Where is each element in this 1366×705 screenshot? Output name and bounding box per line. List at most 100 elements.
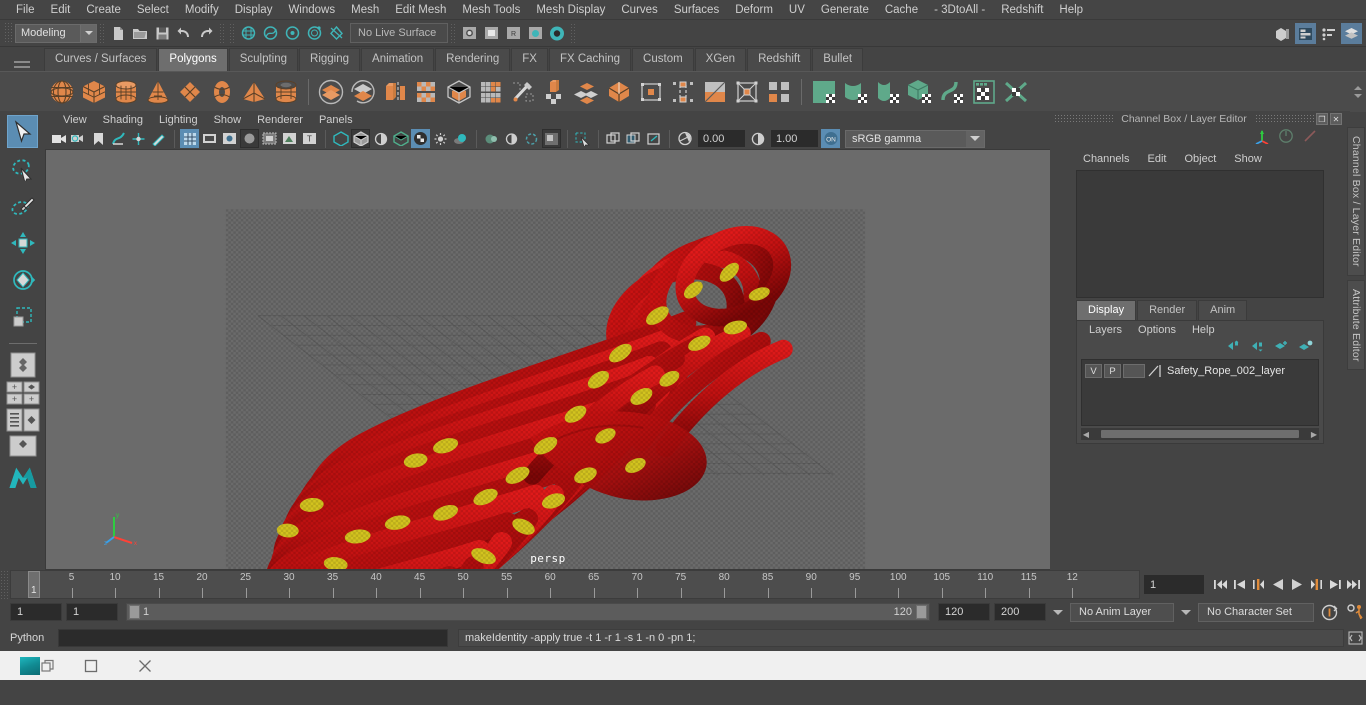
viewport-duplicate-icon[interactable] (624, 129, 643, 148)
poly-plane-icon[interactable] (174, 75, 206, 109)
viewport-menu-panels[interactable]: Panels (311, 114, 361, 126)
combine-icon[interactable] (315, 75, 347, 109)
shelf-tab-animation[interactable]: Animation (361, 48, 434, 71)
menu-redshift[interactable]: Redshift (993, 0, 1051, 20)
shelf-tab-fx-caching[interactable]: FX Caching (549, 48, 631, 71)
menu-generate[interactable]: Generate (813, 0, 877, 20)
menu-help[interactable]: Help (1051, 0, 1091, 20)
shelf-tab-rendering[interactable]: Rendering (435, 48, 510, 71)
grid-toggle-icon[interactable] (180, 129, 199, 148)
poly-torus-icon[interactable] (206, 75, 238, 109)
viewport-select-icon[interactable] (573, 129, 592, 148)
new-scene-icon[interactable] (108, 23, 128, 43)
bookmark-icon[interactable] (89, 129, 108, 148)
separate-icon[interactable] (347, 75, 379, 109)
character-set-selector[interactable]: No Character Set (1198, 603, 1314, 622)
gamma-icon[interactable] (748, 129, 767, 148)
select-tool[interactable] (7, 115, 38, 148)
wedge-face-icon[interactable] (763, 75, 795, 109)
status-line-grip[interactable] (4, 22, 12, 44)
shelf-tab-redshift[interactable]: Redshift (747, 48, 811, 71)
poly-cylinder-icon[interactable] (110, 75, 142, 109)
layers-menu[interactable]: Layers (1081, 324, 1130, 336)
layer-row[interactable]: V P Safety_Rope_002_layer (1085, 363, 1315, 379)
xray-active-components-icon[interactable] (371, 129, 390, 148)
step-back-frame-icon[interactable] (1250, 575, 1267, 595)
vtab-channel-box-layer-editor[interactable]: Channel Box / Layer Editor (1347, 127, 1365, 276)
rotate-tool[interactable] (7, 263, 38, 296)
show-hide-attribute-editor-icon[interactable] (1295, 23, 1316, 44)
menu-modify[interactable]: Modify (177, 0, 227, 20)
snap-to-grid-icon[interactable] (238, 23, 258, 43)
menu-windows[interactable]: Windows (280, 0, 343, 20)
move-layer-up-icon[interactable] (1226, 339, 1241, 357)
viewport-menu-shading[interactable]: Shading (95, 114, 151, 126)
shelf-tab-fx[interactable]: FX (511, 48, 548, 71)
channels-menu[interactable]: Channels (1074, 153, 1138, 165)
poly-pyramid-icon[interactable] (238, 75, 270, 109)
layer-color-swatch[interactable] (1147, 364, 1162, 378)
shelf-scroll-up-icon[interactable] (1354, 82, 1362, 90)
shaded-textured-icon[interactable] (260, 129, 279, 148)
step-forward-key-icon[interactable] (1326, 575, 1343, 595)
uv-editor-icon[interactable] (808, 75, 840, 109)
single-perspective-layout[interactable] (6, 352, 40, 378)
anim-layer-dropdown-icon[interactable] (1050, 605, 1066, 620)
new-layer-icon[interactable] (1274, 339, 1289, 357)
command-language-label[interactable]: Python (10, 632, 58, 644)
menu-edit-mesh[interactable]: Edit Mesh (387, 0, 454, 20)
poly-cube-icon[interactable] (78, 75, 110, 109)
target-weld-icon[interactable] (539, 75, 571, 109)
viewport-menu-show[interactable]: Show (206, 114, 250, 126)
scrollbar-thumb[interactable] (1101, 430, 1299, 438)
chevron-down-icon[interactable] (966, 131, 984, 147)
motion-blur-icon[interactable] (502, 129, 521, 148)
snap-to-point-icon[interactable] (282, 23, 302, 43)
irpr-render-icon[interactable] (481, 23, 501, 43)
insert-edge-loop-icon[interactable] (635, 75, 667, 109)
show-hide-modeling-toolkit-icon[interactable] (1272, 23, 1293, 44)
shelf-menu-icon[interactable] (14, 61, 30, 71)
layer-visibility-toggle[interactable]: V (1085, 364, 1102, 378)
speed-dial-icon[interactable] (1278, 128, 1294, 149)
close-window-icon[interactable] (118, 651, 172, 680)
image-plane-icon[interactable] (109, 129, 128, 148)
menu-mesh[interactable]: Mesh (343, 0, 387, 20)
step-forward-frame-icon[interactable] (1307, 575, 1324, 595)
shelf-tab-custom[interactable]: Custom (632, 48, 694, 71)
viewport-menu-lighting[interactable]: Lighting (151, 114, 206, 126)
shelf-tab-xgen[interactable]: XGen (695, 48, 746, 71)
menu-curves[interactable]: Curves (613, 0, 665, 20)
go-to-end-icon[interactable] (1345, 575, 1362, 595)
viewport-menu-view[interactable]: View (55, 114, 95, 126)
hypershade-icon[interactable] (525, 23, 545, 43)
render-current-frame-icon[interactable] (459, 23, 479, 43)
layer-name[interactable]: Safety_Rope_002_layer (1167, 365, 1285, 377)
channel-box-content[interactable] (1076, 170, 1324, 298)
layer-list[interactable]: V P Safety_Rope_002_layer (1081, 359, 1319, 426)
range-start-handle[interactable] (129, 605, 140, 619)
menu-create[interactable]: Create (78, 0, 129, 20)
pencil-edit-icon[interactable] (1302, 128, 1318, 149)
exposure-icon[interactable] (675, 129, 694, 148)
viewport-menu-renderer[interactable]: Renderer (249, 114, 311, 126)
current-time-indicator[interactable]: 1 (28, 571, 40, 598)
time-slider-grip[interactable] (0, 570, 10, 599)
snap-to-view-planes-icon[interactable] (326, 23, 346, 43)
select-camera-icon[interactable] (49, 129, 68, 148)
go-to-start-icon[interactable] (1212, 575, 1229, 595)
perspective-viewport[interactable]: y x z persp (45, 149, 1050, 570)
menu-mesh-display[interactable]: Mesh Display (528, 0, 613, 20)
gpu-cache-icon[interactable] (604, 129, 623, 148)
uv-cylindrical-icon[interactable] (872, 75, 904, 109)
poke-face-icon[interactable] (731, 75, 763, 109)
menu-3dtoall[interactable]: - 3DtoAll - (926, 0, 993, 20)
script-editor-icon[interactable] (1344, 631, 1366, 645)
poly-sphere-icon[interactable] (46, 75, 78, 109)
ssao-icon[interactable] (482, 129, 501, 148)
uv-layout-icon[interactable] (968, 75, 1000, 109)
layer-tab-anim[interactable]: Anim (1198, 300, 1247, 320)
offset-edge-loop-icon[interactable] (667, 75, 699, 109)
scale-tool[interactable] (7, 300, 38, 333)
shelf-tab-sculpting[interactable]: Sculpting (229, 48, 298, 71)
